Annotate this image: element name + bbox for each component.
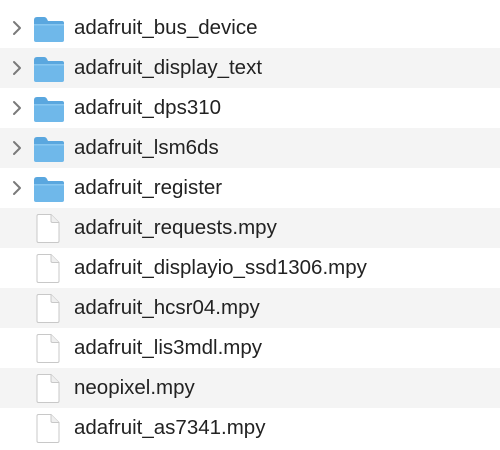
- item-name: adafruit_register: [74, 176, 223, 199]
- list-item-folder[interactable]: adafruit_lsm6ds: [0, 128, 500, 168]
- list-item-folder[interactable]: adafruit_display_text: [0, 48, 500, 88]
- document-icon: [35, 213, 61, 244]
- item-name: adafruit_displayio_ssd1306.mpy: [74, 256, 367, 279]
- folder-icon: [32, 134, 66, 164]
- document-icon: [35, 253, 61, 284]
- item-name: adafruit_display_text: [74, 56, 263, 79]
- item-name: adafruit_hcsr04.mpy: [74, 296, 260, 319]
- folder-icon: [32, 54, 66, 84]
- folder-icon: [32, 94, 66, 124]
- document-icon: [35, 413, 61, 444]
- document-icon: [35, 373, 61, 404]
- item-name: adafruit_requests.mpy: [74, 216, 277, 239]
- list-item-file[interactable]: adafruit_requests.mpy: [0, 208, 500, 248]
- document-icon: [35, 293, 61, 324]
- list-item-file[interactable]: neopixel.mpy: [0, 368, 500, 408]
- item-name: adafruit_as7341.mpy: [74, 416, 266, 439]
- item-name: neopixel.mpy: [74, 376, 195, 399]
- chevron-right-icon[interactable]: [9, 140, 25, 156]
- item-name: adafruit_dps310: [74, 96, 222, 119]
- chevron-right-icon[interactable]: [9, 20, 25, 36]
- file-list: adafruit_bus_device adafruit_display_tex…: [0, 0, 500, 450]
- list-item-folder[interactable]: adafruit_register: [0, 168, 500, 208]
- list-item-folder[interactable]: adafruit_dps310: [0, 88, 500, 128]
- chevron-right-icon[interactable]: [9, 100, 25, 116]
- list-item-file[interactable]: adafruit_as7341.mpy: [0, 408, 500, 448]
- item-name: adafruit_lsm6ds: [74, 136, 219, 159]
- item-name: adafruit_bus_device: [74, 16, 258, 39]
- chevron-right-icon[interactable]: [9, 60, 25, 76]
- chevron-right-icon[interactable]: [9, 180, 25, 196]
- list-item-file[interactable]: adafruit_displayio_ssd1306.mpy: [0, 248, 500, 288]
- list-item-folder[interactable]: adafruit_bus_device: [0, 8, 500, 48]
- list-item-file[interactable]: adafruit_hcsr04.mpy: [0, 288, 500, 328]
- item-name: adafruit_lis3mdl.mpy: [74, 336, 262, 359]
- document-icon: [35, 333, 61, 364]
- folder-icon: [32, 14, 66, 44]
- list-item-file[interactable]: adafruit_lis3mdl.mpy: [0, 328, 500, 368]
- folder-icon: [32, 174, 66, 204]
